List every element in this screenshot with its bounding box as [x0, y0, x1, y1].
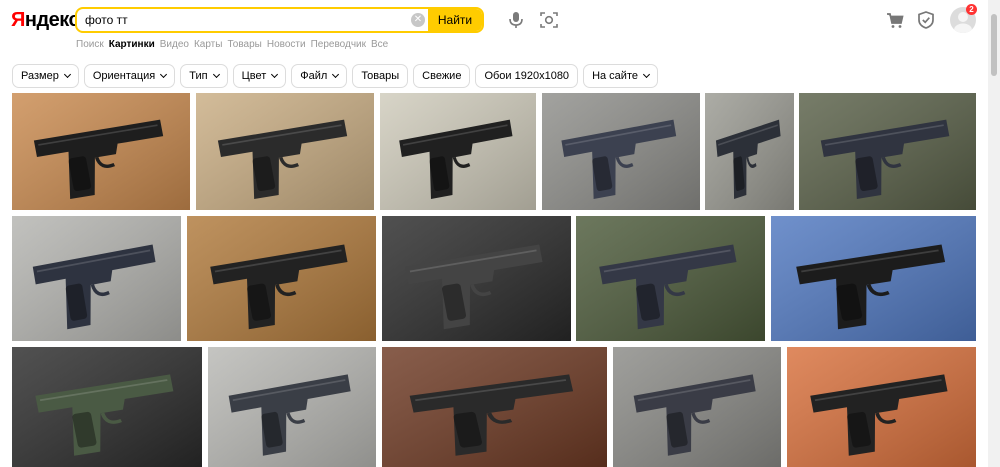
pistol-photo	[705, 93, 794, 210]
image-result-7[interactable]	[187, 216, 376, 341]
filter-chip-0[interactable]: Размер	[12, 64, 79, 88]
image-result-5[interactable]	[799, 93, 976, 210]
filter-chip-3[interactable]: Цвет	[232, 64, 287, 88]
filter-chip-6[interactable]: Свежие	[413, 64, 471, 88]
filter-chip-label: Товары	[361, 70, 400, 82]
pistol-photo	[382, 347, 607, 467]
notification-badge: 2	[966, 4, 977, 15]
image-result-0[interactable]	[12, 93, 190, 210]
search-tabs: Поиск Картинки Видео Карты Товары Новости Пере…	[76, 39, 393, 50]
filter-chip-label: Свежие	[422, 70, 462, 82]
pistol-photo	[12, 347, 202, 467]
page-scrollbar[interactable]	[988, 0, 1000, 467]
find-button[interactable]: Найти	[428, 9, 482, 31]
chevron-down-icon	[63, 70, 71, 79]
image-result-4[interactable]	[705, 93, 794, 210]
image-result-10[interactable]	[771, 216, 976, 341]
image-result-9[interactable]	[576, 216, 765, 341]
filter-chip-8[interactable]: На сайте	[583, 64, 658, 88]
chevron-down-icon	[271, 70, 279, 79]
pistol-photo	[380, 93, 536, 210]
pistol-photo	[787, 347, 976, 467]
pistol-photo	[12, 93, 190, 210]
image-result-14[interactable]	[613, 347, 781, 467]
image-result-1[interactable]	[196, 93, 374, 210]
yandex-logo[interactable]: Яндекс	[11, 9, 80, 32]
tab-6[interactable]: Переводчик	[311, 39, 366, 50]
tab-1[interactable]: Картинки	[109, 39, 155, 50]
chevron-down-icon	[212, 70, 220, 79]
tab-2[interactable]: Видео	[160, 39, 189, 50]
filter-chip-7[interactable]: Обои 1920x1080	[475, 64, 579, 88]
filter-chip-2[interactable]: Тип	[180, 64, 228, 88]
camera-search-icon[interactable]	[539, 10, 559, 30]
tab-0[interactable]: Поиск	[76, 39, 104, 50]
filter-chip-label: Цвет	[241, 70, 267, 82]
pistol-photo	[208, 347, 376, 467]
image-result-6[interactable]	[12, 216, 181, 341]
pistol-photo	[542, 93, 700, 210]
image-result-2[interactable]	[380, 93, 536, 210]
logo-rest: ндекс	[24, 9, 80, 31]
pistol-photo	[196, 93, 374, 210]
filter-chip-label: Файл	[300, 70, 328, 82]
pistol-photo	[187, 216, 376, 341]
clear-icon[interactable]: ✕	[411, 13, 425, 27]
logo-first-letter: Я	[11, 9, 25, 31]
image-result-12[interactable]	[208, 347, 376, 467]
pistol-photo	[613, 347, 781, 467]
image-result-13[interactable]	[382, 347, 607, 467]
chevron-down-icon	[160, 70, 168, 79]
image-result-8[interactable]	[382, 216, 571, 341]
image-result-3[interactable]	[542, 93, 700, 210]
shield-icon[interactable]	[916, 10, 936, 30]
filter-chip-label: На сайте	[592, 70, 638, 82]
tab-4[interactable]: Товары	[227, 39, 261, 50]
filter-chip-4[interactable]: Файл	[291, 64, 348, 88]
chevron-down-icon	[332, 70, 340, 79]
header: Яндекс ✕ Найти Поиск Картинки Видео Карты То…	[0, 0, 988, 62]
scrollbar-thumb[interactable]	[991, 14, 997, 76]
tab-7[interactable]: Все	[371, 39, 388, 50]
filter-bar: Размер Ориентация Тип Цвет Файл Товары Свежие О…	[12, 64, 663, 88]
filter-chip-5[interactable]: Товары	[352, 64, 409, 88]
microphone-icon[interactable]	[506, 10, 526, 30]
pistol-photo	[771, 216, 976, 341]
pistol-photo	[382, 216, 571, 341]
filter-chip-label: Обои 1920x1080	[484, 70, 570, 82]
search-box: ✕ Найти	[75, 7, 484, 33]
cart-icon[interactable]	[885, 10, 905, 30]
filter-chip-1[interactable]: Ориентация	[83, 64, 176, 88]
search-input[interactable]	[85, 11, 405, 29]
tab-3[interactable]: Карты	[194, 39, 223, 50]
image-result-15[interactable]	[787, 347, 976, 467]
pistol-photo	[799, 93, 976, 210]
filter-chip-label: Тип	[189, 70, 208, 82]
pistol-photo	[12, 216, 181, 341]
pistol-photo	[576, 216, 765, 341]
tab-5[interactable]: Новости	[267, 39, 306, 50]
filter-chip-label: Ориентация	[92, 70, 156, 82]
chevron-down-icon	[642, 70, 651, 79]
filter-chip-label: Размер	[21, 70, 59, 82]
image-result-11[interactable]	[12, 347, 202, 467]
